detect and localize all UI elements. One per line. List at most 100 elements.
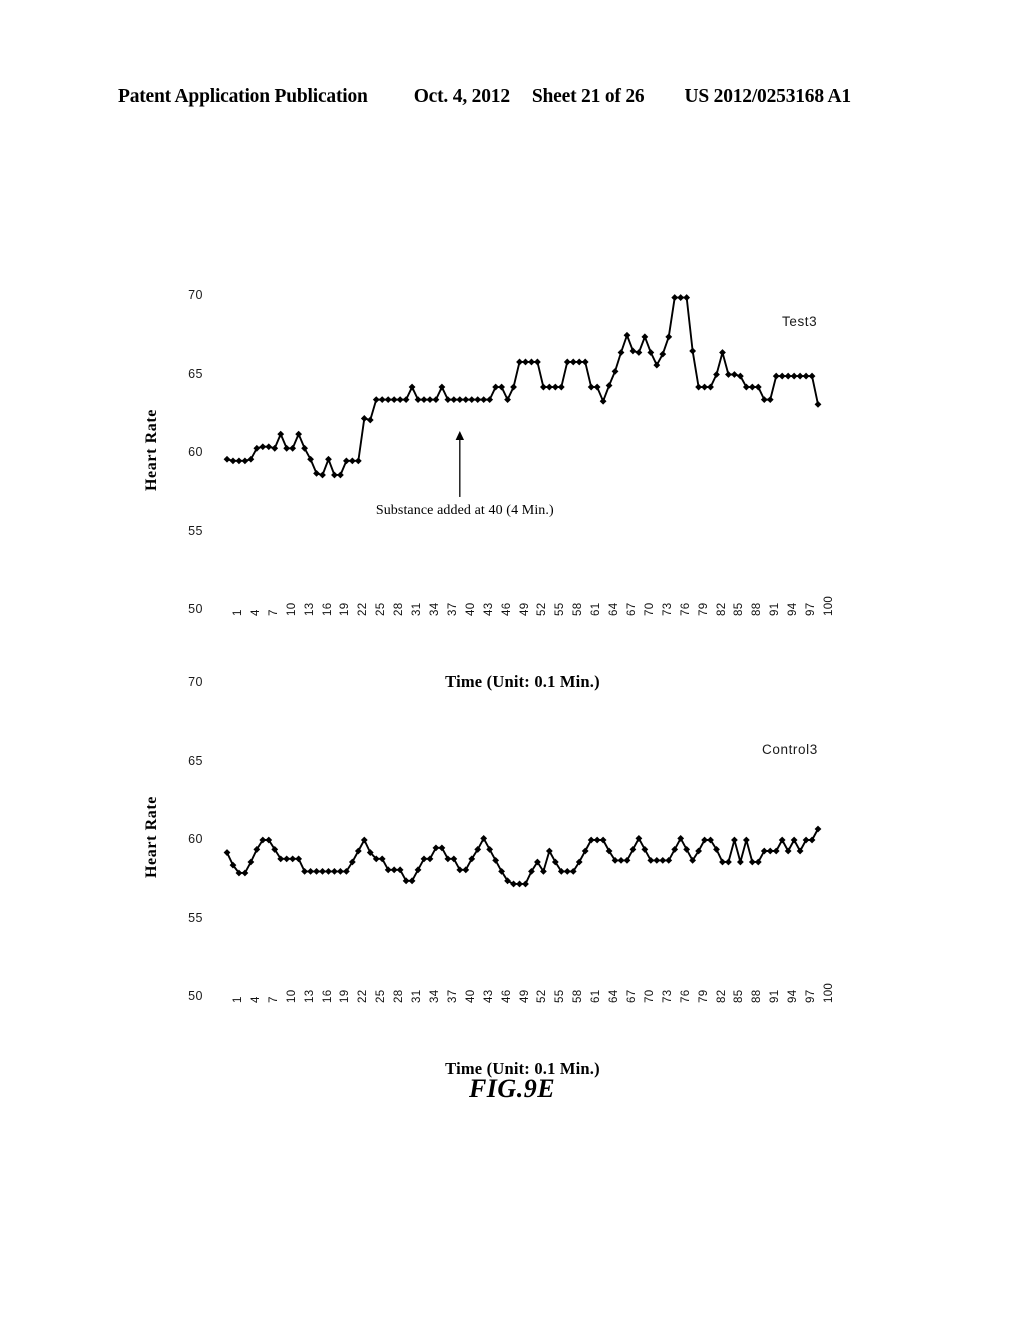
- data-point-marker: [689, 347, 697, 355]
- data-point-marker: [229, 457, 237, 465]
- data-point-marker: [414, 396, 422, 404]
- data-point-marker: [390, 396, 398, 404]
- data-point-marker: [342, 457, 350, 465]
- data-point-marker: [390, 866, 398, 874]
- data-point-marker: [760, 396, 768, 404]
- data-point-marker: [659, 857, 667, 864]
- data-point-marker: [450, 396, 458, 404]
- data-point-marker: [784, 847, 792, 855]
- data-point-marker: [241, 457, 249, 465]
- data-point-marker: [808, 372, 816, 380]
- plot-area-test3: [223, 294, 822, 497]
- data-point-marker: [241, 869, 249, 877]
- data-point-marker: [671, 846, 679, 853]
- data-point-marker: [313, 470, 320, 477]
- data-point-marker: [426, 396, 434, 404]
- data-point-marker: [772, 847, 780, 855]
- data-markers: [223, 825, 822, 888]
- data-point-marker: [587, 383, 595, 391]
- data-point-marker: [731, 371, 738, 378]
- data-point-marker: [736, 858, 744, 866]
- data-point-marker: [731, 836, 738, 844]
- data-point-marker: [337, 471, 344, 479]
- data-point-marker: [331, 868, 338, 875]
- data-point-marker: [808, 836, 816, 844]
- chart-control3: Heart Rate 50 55 60 65 70 1 4 7 10 13 16 19 22 25 28 3…: [0, 650, 1024, 1078]
- data-point-marker: [366, 416, 374, 424]
- data-point-marker: [271, 444, 279, 452]
- data-point-marker: [629, 846, 637, 853]
- data-point-marker: [325, 455, 332, 463]
- data-point-marker: [814, 825, 822, 833]
- data-point-marker: [599, 836, 607, 844]
- data-point-marker: [331, 471, 338, 479]
- data-point-marker: [354, 457, 362, 465]
- data-point-marker: [796, 372, 804, 380]
- data-point-marker: [605, 382, 613, 389]
- data-point-marker: [378, 396, 386, 404]
- data-point-marker: [802, 836, 810, 844]
- data-point-marker: [486, 396, 494, 404]
- data-point-marker: [492, 383, 500, 391]
- data-point-marker: [695, 383, 703, 391]
- data-point-marker: [790, 836, 798, 844]
- data-point-marker: [599, 397, 607, 405]
- data-point-marker: [283, 444, 291, 452]
- data-point-marker: [277, 430, 285, 438]
- data-point-marker: [360, 415, 368, 422]
- chart-test3: Heart Rate 50 55 60 65 70 1 4 7 10 13 16 19 22 25 28 3…: [0, 270, 1024, 691]
- annotation-substance-added: Substance added at 40 (4 Min.): [375, 502, 554, 518]
- data-point-marker: [432, 396, 440, 404]
- data-point-marker: [534, 358, 541, 366]
- data-point-marker: [766, 847, 774, 855]
- data-point-marker: [337, 868, 344, 875]
- data-point-marker: [522, 880, 529, 888]
- data-point-marker: [462, 396, 470, 404]
- data-point-marker: [301, 868, 309, 875]
- data-point-marker: [444, 855, 452, 863]
- data-point-marker: [402, 877, 410, 885]
- data-point-marker: [593, 836, 601, 844]
- data-point-marker: [545, 383, 553, 391]
- data-point-marker: [713, 371, 720, 378]
- data-point-marker: [784, 372, 792, 380]
- data-point-marker: [504, 396, 511, 404]
- data-point-marker: [748, 383, 756, 391]
- data-point-marker: [635, 835, 643, 842]
- data-point-marker: [617, 349, 625, 356]
- data-point-marker: [736, 372, 744, 380]
- data-point-marker: [408, 383, 416, 391]
- data-point-marker: [456, 396, 464, 404]
- data-line: [226, 296, 819, 476]
- data-point-marker: [456, 866, 464, 874]
- data-point-marker: [313, 868, 320, 875]
- data-point-marker: [289, 444, 297, 452]
- data-point-marker: [307, 455, 314, 463]
- data-point-marker: [665, 333, 673, 341]
- data-point-marker: [647, 349, 655, 356]
- data-point-marker: [319, 471, 326, 479]
- data-point-marker: [259, 443, 267, 451]
- data-point-marker: [301, 444, 309, 452]
- data-point-marker: [772, 372, 780, 380]
- data-point-marker: [802, 372, 810, 380]
- data-point-marker: [587, 836, 595, 844]
- figure-caption: FIG.9E: [468, 1074, 556, 1103]
- data-point-marker: [766, 396, 774, 404]
- data-point-marker: [420, 855, 428, 863]
- figure-9e: Heart Rate 50 55 60 65 70 1 4 7 10 13 16 19 22 25 28 3…: [0, 0, 1024, 1320]
- data-point-marker: [623, 331, 631, 339]
- data-point-marker: [665, 857, 673, 864]
- data-point-marker: [307, 868, 314, 875]
- data-point-marker: [545, 847, 553, 855]
- data-point-marker: [617, 857, 625, 864]
- data-point-marker: [265, 443, 273, 451]
- data-point-marker: [450, 855, 458, 863]
- series-label-control3: Control3: [762, 742, 818, 757]
- data-point-marker: [575, 358, 583, 366]
- data-point-marker: [319, 868, 326, 875]
- data-point-marker: [581, 358, 589, 366]
- data-point-marker: [641, 333, 649, 341]
- data-point-marker: [707, 383, 714, 391]
- data-point-marker: [677, 835, 685, 842]
